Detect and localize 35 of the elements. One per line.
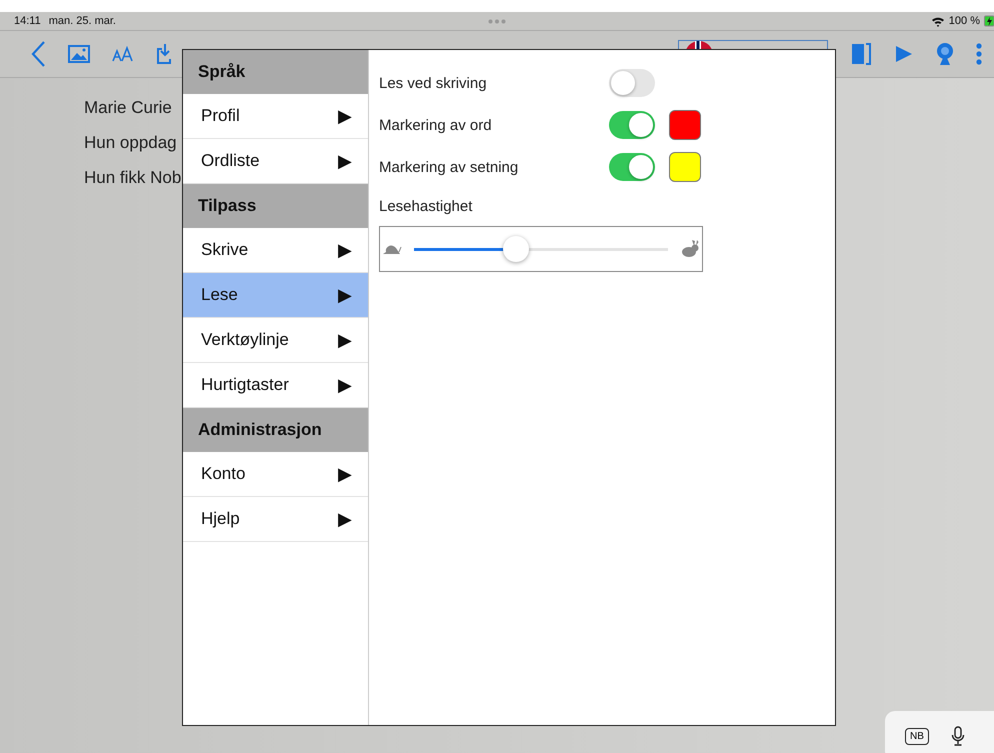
menu-item[interactable]: Lese ▶: [183, 273, 368, 318]
text-size-icon[interactable]: [112, 46, 134, 62]
battery-icon: [984, 15, 994, 27]
section-header: Administrasjon: [183, 408, 368, 452]
snail-icon: [382, 243, 402, 255]
wifi-icon: [930, 16, 945, 26]
back-icon[interactable]: [30, 40, 46, 68]
slider-thumb[interactable]: [502, 236, 529, 262]
image-icon[interactable]: [68, 45, 90, 63]
document-text: Marie Curie: [84, 98, 172, 119]
document-text: Hun fikk Nob: [84, 168, 182, 189]
more-icon[interactable]: [976, 43, 982, 65]
rabbit-icon: [680, 239, 700, 259]
setting-label: Lesehastighet: [379, 198, 474, 217]
section-header: Tilpass: [183, 184, 368, 228]
microphone-icon[interactable]: [950, 726, 965, 746]
status-time: 14:11: [14, 15, 41, 27]
setting-label: Markering av setning: [379, 158, 520, 176]
toggle-switch[interactable]: [609, 153, 655, 181]
toggle-switch[interactable]: [609, 69, 655, 97]
color-swatch[interactable]: [669, 152, 701, 182]
setting-label: Markering av ord: [379, 116, 493, 134]
language-key[interactable]: NB: [905, 728, 929, 744]
document-icon[interactable]: [850, 41, 872, 67]
color-swatch[interactable]: [669, 110, 701, 140]
toggle-switch[interactable]: [609, 111, 655, 139]
speed-slider[interactable]: [379, 226, 703, 272]
setting-label: Les ved skriving: [379, 74, 488, 92]
status-date: man. 25. mar.: [48, 15, 116, 27]
multitask-dots-icon[interactable]: [488, 19, 506, 24]
document-text: Hun oppdag: [84, 133, 177, 154]
webcam-icon[interactable]: [936, 42, 954, 66]
play-icon[interactable]: [894, 44, 914, 64]
battery-percent: 100 %: [948, 15, 980, 27]
section-header: Språk: [183, 50, 368, 94]
